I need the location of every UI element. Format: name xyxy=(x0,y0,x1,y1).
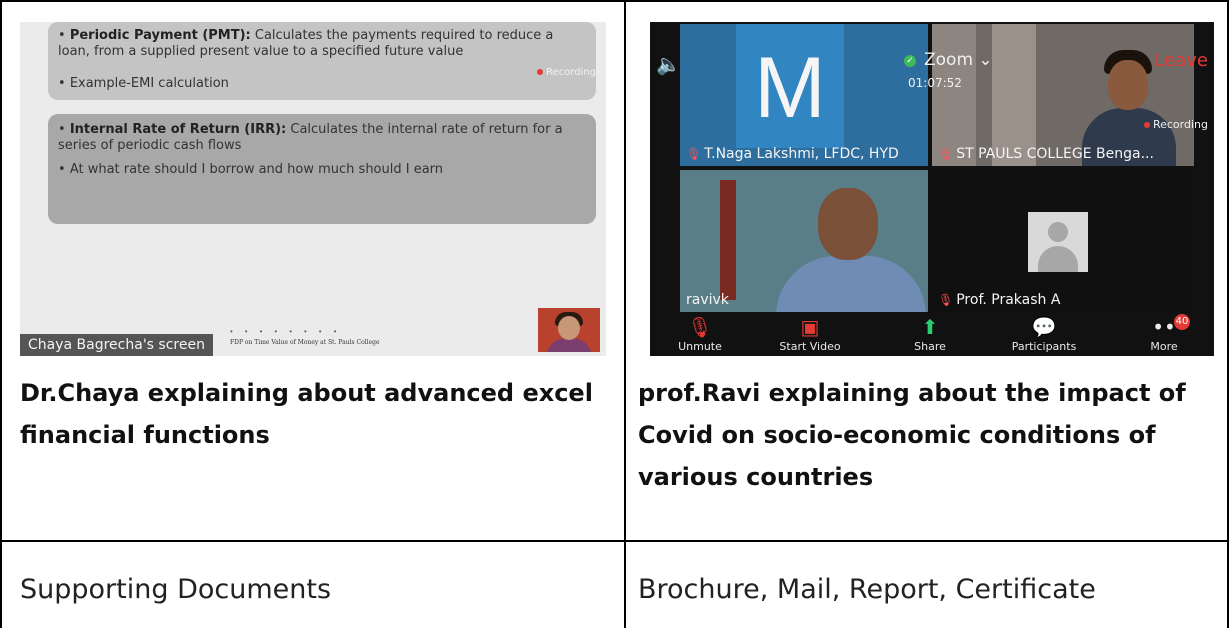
curtain-middle xyxy=(992,24,1036,166)
caption-line: Dr.Chaya explaining about advanced excel xyxy=(20,379,593,407)
share-icon: ⬆ xyxy=(921,315,939,339)
meeting-timer: 01:07:52 xyxy=(908,76,962,90)
toolbar-label: Participants xyxy=(1011,340,1077,353)
mic-muted-icon: 🎙 xyxy=(686,147,702,161)
toolbar-label: More xyxy=(1150,340,1178,353)
zoom-meeting-info[interactable]: ✓ Zoom ⌄ xyxy=(904,50,993,70)
mic-muted-icon: 🎙 xyxy=(938,147,954,161)
avatar-letter: M xyxy=(754,40,826,136)
recording-dot-icon xyxy=(1143,122,1150,128)
recording-indicator: Recording xyxy=(536,67,596,78)
caption-line: various countries xyxy=(638,463,874,491)
recording-dot-icon xyxy=(536,69,543,75)
chat-bubble-icon: 💬 xyxy=(1031,315,1057,339)
table-border-left xyxy=(0,0,2,628)
participant-video-face xyxy=(818,188,878,260)
recording-indicator: Recording xyxy=(1143,118,1208,131)
supporting-documents-label: Supporting Documents xyxy=(20,574,332,605)
table-border-top xyxy=(0,0,1229,2)
mic-muted-icon: 🎙 xyxy=(687,315,713,339)
avatar: M xyxy=(736,24,844,148)
chevron-down-icon: ⌄ xyxy=(978,50,993,70)
participant-tile: M 🎙 T.Naga Lakshmi, LFDC, HYD xyxy=(680,24,928,166)
participant-name: 🎙 Prof. Prakash A xyxy=(938,292,1061,308)
caption-line: Covid on socio-economic conditions of xyxy=(638,421,1156,449)
participant-tile: 🎙 ST PAULS COLLEGE Benga... xyxy=(932,24,1194,166)
caption-line: prof.Ravi explaining about the impact of xyxy=(638,379,1186,407)
zoom-meeting-screenshot: M 🎙 T.Naga Lakshmi, LFDC, HYD 🎙 ST PAULS C… xyxy=(650,22,1214,356)
toolbar-label: Share xyxy=(914,340,946,353)
share-button[interactable]: ⬆ Share xyxy=(880,314,980,353)
participant-video-plant xyxy=(720,180,736,300)
slide-footer: FDP on Time Value of Money at St. Pauls … xyxy=(230,339,380,346)
video-off-icon: ▣ xyxy=(800,315,820,339)
avatar-body xyxy=(1038,246,1078,272)
slide-bullet: • Example-EMI calculation xyxy=(58,76,229,91)
avatar-head xyxy=(1048,222,1068,242)
document-table: • Periodic Payment (PMT): Calculates the… xyxy=(0,0,1229,628)
speaker-icon[interactable]: 🔈 xyxy=(656,52,681,76)
mic-muted-icon: 🎙 xyxy=(938,293,954,307)
meeting-toolbar: 🎙 Unmute ▣ Start Video ⬆ Share 💬 Partici… xyxy=(650,314,1214,356)
unmute-button[interactable]: 🎙 Unmute xyxy=(650,314,750,353)
slide-bullet: • Periodic Payment (PMT): Calculates the… xyxy=(58,28,554,59)
participant-tile: ravivk xyxy=(680,170,928,312)
slide-dots: •••••••• xyxy=(230,327,349,336)
participant-name: 🎙 T.Naga Lakshmi, LFDC, HYD xyxy=(686,146,899,162)
participant-name: ravivk xyxy=(686,292,729,308)
supporting-documents-value: Brochure, Mail, Report, Certificate xyxy=(638,574,1096,605)
curtain-left xyxy=(932,24,976,166)
caption-line: financial functions xyxy=(20,421,270,449)
toolbar-label: Unmute xyxy=(678,340,722,353)
presenter-body xyxy=(546,338,592,352)
participants-button[interactable]: 💬 Participants xyxy=(994,314,1094,353)
participant-tile: 🎙 Prof. Prakash A xyxy=(932,170,1194,312)
participant-video-face xyxy=(1108,60,1148,110)
presenter-face xyxy=(558,316,580,340)
screen-share-label: Chaya Bagrecha's screen xyxy=(20,334,213,356)
slide-bullet: • At what rate should I borrow and how m… xyxy=(58,162,444,177)
more-dots-icon: •• xyxy=(1152,315,1176,339)
start-video-button[interactable]: ▣ Start Video xyxy=(760,314,860,353)
slide-screenshot: • Periodic Payment (PMT): Calculates the… xyxy=(20,22,606,356)
participant-name: 🎙 ST PAULS COLLEGE Benga... xyxy=(938,146,1154,162)
default-avatar-icon xyxy=(1028,212,1088,272)
presenter-thumbnail xyxy=(538,308,600,352)
secure-check-icon: ✓ xyxy=(904,55,916,67)
table-border-middle xyxy=(624,0,626,628)
more-button[interactable]: •• More 40 xyxy=(1114,314,1214,353)
slide-bullet: • Internal Rate of Return (IRR): Calcula… xyxy=(58,122,563,153)
caption-right: prof.Ravi explaining about the impact of… xyxy=(638,372,1186,498)
leave-button[interactable]: Leave xyxy=(1154,50,1208,71)
slide-box-pmt: • Periodic Payment (PMT): Calculates the… xyxy=(48,22,596,100)
table-row-divider xyxy=(0,540,1229,542)
toolbar-label: Start Video xyxy=(779,340,841,353)
slide-box-irr: • Internal Rate of Return (IRR): Calcula… xyxy=(48,114,596,224)
caption-left: Dr.Chaya explaining about advanced excel… xyxy=(20,372,593,456)
participant-count-badge: 40 xyxy=(1174,314,1190,330)
